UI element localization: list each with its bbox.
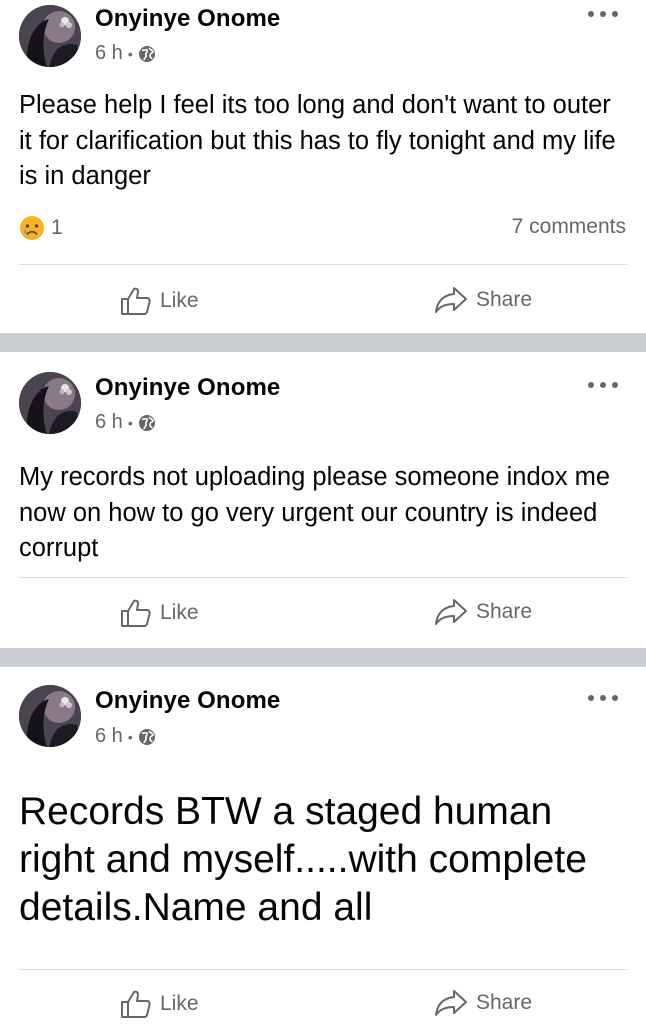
post-time[interactable]: 6 h (95, 411, 123, 434)
post-meta: 6 h • (95, 42, 156, 65)
thumbs-up-icon (121, 599, 151, 627)
thumbs-up-icon (121, 287, 151, 315)
like-button[interactable]: Like (120, 286, 199, 316)
meta-separator: • (127, 728, 133, 745)
feed-post: Onyinye Onome 6 h • Please help I feel i… (0, 0, 646, 333)
feed-post: Onyinye Onome 6 h • My records not uploa… (0, 352, 646, 648)
share-button[interactable]: Share (434, 989, 532, 1017)
more-options-icon[interactable] (588, 375, 618, 395)
divider (19, 577, 627, 578)
post-text: My records not uploading please someone … (19, 463, 611, 562)
more-options-icon[interactable] (588, 688, 618, 708)
author-name[interactable]: Onyinye Onome (95, 374, 280, 402)
like-button[interactable]: Like (120, 989, 199, 1019)
like-label: Like (160, 289, 199, 312)
more-options-icon[interactable] (588, 4, 618, 24)
post-time[interactable]: 6 h (95, 42, 123, 65)
sad-face-icon (20, 216, 44, 240)
post-text: Records BTW a staged human right and mys… (19, 790, 587, 929)
share-button[interactable]: Share (434, 598, 532, 626)
comments-count[interactable]: 7 comments (512, 215, 626, 239)
avatar-image (19, 372, 81, 434)
divider (19, 969, 627, 970)
thumbs-up-icon (121, 990, 151, 1018)
reaction-count: 1 (51, 216, 63, 239)
avatar[interactable] (19, 5, 81, 67)
post-meta: 6 h • (95, 725, 156, 748)
avatar-image (19, 685, 81, 747)
share-button[interactable]: Share (434, 286, 532, 314)
like-label: Like (160, 992, 199, 1015)
author-name[interactable]: Onyinye Onome (95, 5, 280, 33)
post-text: Please help I feel its too long and don'… (19, 91, 616, 190)
avatar[interactable] (19, 372, 81, 434)
share-arrow-icon (435, 990, 467, 1016)
meta-separator: • (127, 45, 133, 62)
post-time[interactable]: 6 h (95, 725, 123, 748)
globe-icon (138, 728, 156, 746)
like-label: Like (160, 601, 199, 624)
post-meta: 6 h • (95, 411, 156, 434)
share-arrow-icon (435, 287, 467, 313)
avatar[interactable] (19, 685, 81, 747)
author-name[interactable]: Onyinye Onome (95, 687, 280, 715)
divider (19, 264, 627, 265)
share-label: Share (476, 288, 533, 311)
like-button[interactable]: Like (120, 598, 199, 628)
share-label: Share (476, 600, 533, 623)
reaction-summary[interactable]: 1 (19, 215, 63, 241)
post-separator (0, 648, 646, 667)
share-label: Share (476, 991, 533, 1014)
share-arrow-icon (435, 599, 467, 625)
feed-post: Onyinye Onome 6 h • Records BTW a staged… (0, 667, 646, 1024)
post-separator (0, 333, 646, 352)
globe-icon (138, 45, 156, 63)
avatar-image (19, 5, 81, 67)
globe-icon (138, 414, 156, 432)
meta-separator: • (127, 414, 133, 431)
